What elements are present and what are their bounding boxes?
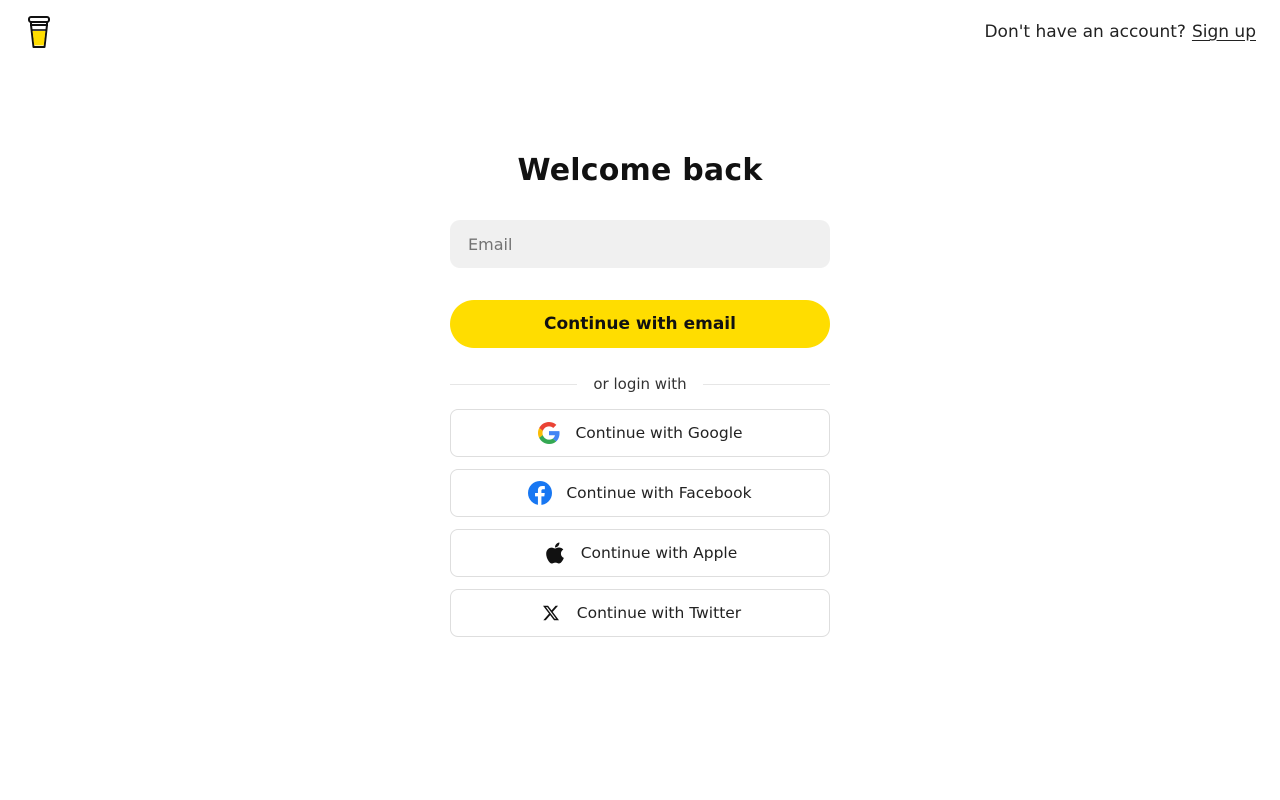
- apple-icon: [543, 541, 567, 565]
- login-page: Don't have an account? Sign up Welcome b…: [0, 0, 1280, 800]
- continue-with-email-button[interactable]: Continue with email: [450, 300, 830, 348]
- login-form: Welcome back Continue with email or logi…: [450, 148, 830, 649]
- divider-text: or login with: [593, 375, 687, 393]
- divider-line-right: [702, 383, 830, 385]
- social-button-label: Continue with Twitter: [576, 604, 742, 622]
- page-title: Welcome back: [517, 153, 763, 188]
- email-input[interactable]: [450, 220, 830, 268]
- divider-line-left: [450, 383, 578, 385]
- continue-with-facebook-button[interactable]: Continue with Facebook: [450, 469, 830, 517]
- facebook-icon: [528, 481, 553, 505]
- social-button-label: Continue with Apple: [580, 544, 738, 562]
- social-button-label: Continue with Google: [575, 424, 743, 442]
- google-icon: [537, 421, 561, 445]
- social-button-label: Continue with Facebook: [566, 484, 752, 502]
- divider: or login with: [450, 372, 830, 396]
- social-login-list: Continue with Google Continue with Faceb…: [450, 409, 830, 637]
- continue-with-twitter-button[interactable]: Continue with Twitter: [450, 589, 830, 637]
- continue-with-google-button[interactable]: Continue with Google: [450, 409, 830, 457]
- signup-prompt: Don't have an account? Sign up: [984, 20, 1256, 44]
- signup-prompt-text: Don't have an account?: [984, 22, 1186, 42]
- signup-link[interactable]: Sign up: [1192, 22, 1256, 42]
- coffee-cup-icon[interactable]: [26, 14, 52, 50]
- x-icon: [539, 601, 563, 625]
- continue-with-apple-button[interactable]: Continue with Apple: [450, 529, 830, 577]
